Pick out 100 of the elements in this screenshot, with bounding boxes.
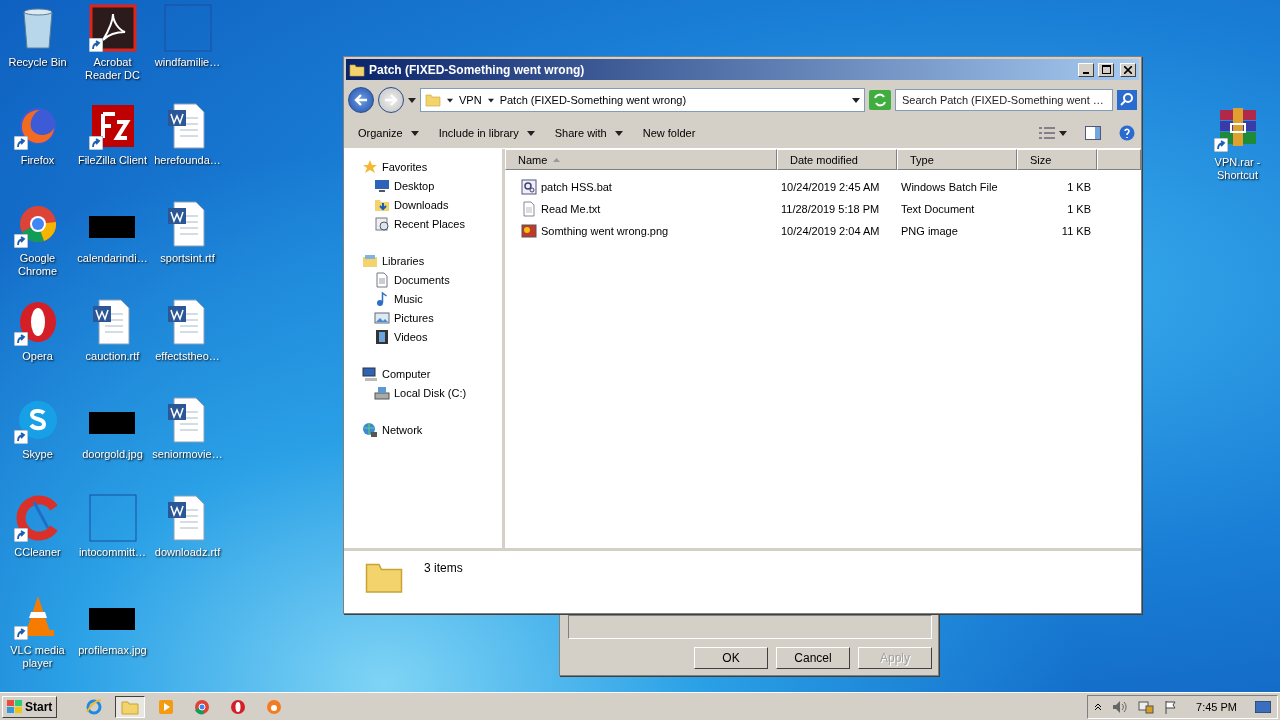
desktop-icon-label[interactable]: Opera: [22, 350, 53, 363]
toolbar-button[interactable]: New folder: [634, 124, 704, 142]
breadcrumb[interactable]: Patch (FIXED-Something went wrong): [499, 94, 687, 106]
column-header[interactable]: Type: [897, 149, 1017, 170]
nav-item[interactable]: Videos: [344, 327, 502, 346]
dropdown-caret-icon: [614, 130, 623, 136]
nav-item[interactable]: Downloads: [344, 195, 502, 214]
flag-icon[interactable]: [1164, 699, 1179, 714]
media-player-icon: [157, 697, 176, 716]
maximize-button[interactable]: [1098, 62, 1114, 77]
windows-logo-icon: [7, 699, 23, 714]
desktop-icon-label[interactable]: Skype: [22, 448, 53, 461]
toolbar-button[interactable]: Organize: [350, 124, 427, 142]
file-row[interactable]: Somthing went wrong.png 10/24/2019 2:04 AM PNG image 11 KB: [505, 220, 1141, 242]
help-icon[interactable]: [1119, 125, 1135, 141]
pictures-icon: [374, 309, 390, 326]
film-strip-icon: [374, 328, 390, 345]
dialog-button[interactable]: Cancel: [776, 647, 850, 669]
desktop-icon-label[interactable]: Firefox: [20, 154, 55, 167]
type-cell-text: Text Document: [900, 203, 976, 215]
column-header[interactable]: Date modified: [777, 149, 897, 170]
taskbar-button[interactable]: [115, 695, 146, 718]
desktop-icon-label[interactable]: Recycle Bin: [8, 56, 67, 69]
chrome-icon: [193, 697, 212, 716]
desktop-icon-label[interactable]: FileZilla Client: [77, 154, 148, 167]
nav-item[interactable]: Recent Places: [344, 214, 502, 233]
monitor-icon: [374, 177, 390, 194]
size-cell-text: 1 KB: [1066, 181, 1092, 193]
network-icon[interactable]: [1138, 699, 1155, 714]
desktop-icon-label[interactable]: Acrobat Reader DC: [75, 56, 150, 82]
clock[interactable]: 7:45 PM: [1196, 700, 1237, 713]
type-cell-text: Windows Batch File: [900, 181, 999, 193]
date-cell-text: 10/24/2019 2:04 AM: [780, 225, 881, 237]
search-icon[interactable]: [1117, 90, 1137, 110]
file-name: Somthing went wrong.png: [541, 225, 669, 237]
nav-item[interactable]: Desktop: [344, 176, 502, 195]
desktop-icon-label[interactable]: windfamilie…: [154, 56, 221, 69]
forward-arrow-icon: [384, 94, 398, 106]
start-button[interactable]: Start: [2, 695, 58, 718]
dropdown-caret-icon: [410, 130, 419, 136]
minimize-button[interactable]: [1078, 62, 1094, 77]
size-cell-text: 1 KB: [1066, 203, 1092, 215]
nav-item[interactable]: Libraries: [344, 251, 502, 270]
maximize-icon: [1101, 65, 1111, 74]
column-header[interactable]: Size: [1017, 149, 1097, 170]
toolbar-button[interactable]: Share with: [546, 124, 631, 142]
close-icon: [1124, 65, 1132, 74]
chevron-icon: [487, 97, 494, 103]
speaker-icon[interactable]: [1112, 699, 1129, 714]
show-desktop-icon[interactable]: [1255, 700, 1271, 713]
back-arrow-icon: [354, 94, 368, 106]
nav-item[interactable]: Local Disk (C:): [344, 383, 502, 402]
file-name: patch HSS.bat: [541, 181, 612, 193]
acrobat-icon: [88, 4, 137, 52]
column-header[interactable]: Name: [505, 149, 777, 170]
file-row[interactable]: patch HSS.bat 10/24/2019 2:45 AM Windows Batch File 1 KB: [505, 176, 1141, 198]
date-cell-text: 10/24/2019 2:45 AM: [780, 181, 881, 193]
internet-explorer-icon: [85, 697, 104, 716]
nav-item[interactable]: Computer: [344, 364, 502, 383]
forward-button[interactable]: [378, 87, 404, 113]
opera-icon: [229, 697, 248, 716]
folder-icon: [349, 61, 365, 78]
desktop-icon-label[interactable]: sportsint.rtf: [160, 252, 215, 265]
desktop-icon-label[interactable]: herefounda…: [154, 154, 221, 167]
music-note-icon: [374, 290, 390, 307]
desktop-icon-label[interactable]: Google Chrome: [0, 252, 75, 278]
type-cell-text: PNG image: [900, 225, 959, 237]
star-icon: [362, 158, 378, 175]
close-button[interactable]: [1120, 62, 1136, 77]
gear-file-icon: [521, 179, 537, 195]
text-file-icon: [521, 201, 537, 217]
address-bar[interactable]: VPN Patch (FIXED-Something went wrong): [420, 88, 865, 112]
window-title: Patch (FIXED-Something went wrong): [369, 62, 586, 77]
size-cell-text: 11 KB: [1060, 225, 1092, 237]
file-row[interactable]: Read Me.txt 11/28/2019 5:18 PM Text Document 1 KB: [505, 198, 1141, 220]
computer-icon: [362, 365, 378, 382]
recent-places-icon: [374, 215, 390, 232]
chevron-up-icon[interactable]: [1094, 702, 1103, 711]
view-list-icon[interactable]: [1039, 126, 1055, 140]
file-icon: [163, 4, 212, 52]
sort-arrow-icon: [553, 157, 561, 162]
desktop-icon-label[interactable]: cauction.rtf: [85, 350, 140, 363]
refresh-icon[interactable]: [869, 90, 891, 110]
back-button[interactable]: [348, 87, 374, 113]
preview-pane-icon[interactable]: [1085, 126, 1101, 140]
hard-disk-icon: [374, 384, 390, 401]
avast-icon: [265, 697, 284, 716]
history-caret-icon: [408, 97, 416, 103]
dialog-button[interactable]: OK: [694, 647, 768, 669]
search-field[interactable]: Search Patch (FIXED-Something went …: [895, 89, 1113, 111]
chevron-icon: [447, 97, 453, 103]
nav-item[interactable]: Favorites: [344, 157, 502, 176]
desktop-icon-label[interactable]: calendarindi…: [77, 252, 148, 265]
breadcrumb[interactable]: VPN: [459, 94, 482, 106]
nav-item[interactable]: Documents: [344, 270, 502, 289]
nav-item[interactable]: Pictures: [344, 308, 502, 327]
nav-item[interactable]: Network: [344, 420, 502, 439]
desktop-icon-label[interactable]: effectstheo…: [155, 350, 220, 363]
nav-item[interactable]: Music: [344, 289, 502, 308]
toolbar-button[interactable]: Include in library: [430, 124, 543, 142]
